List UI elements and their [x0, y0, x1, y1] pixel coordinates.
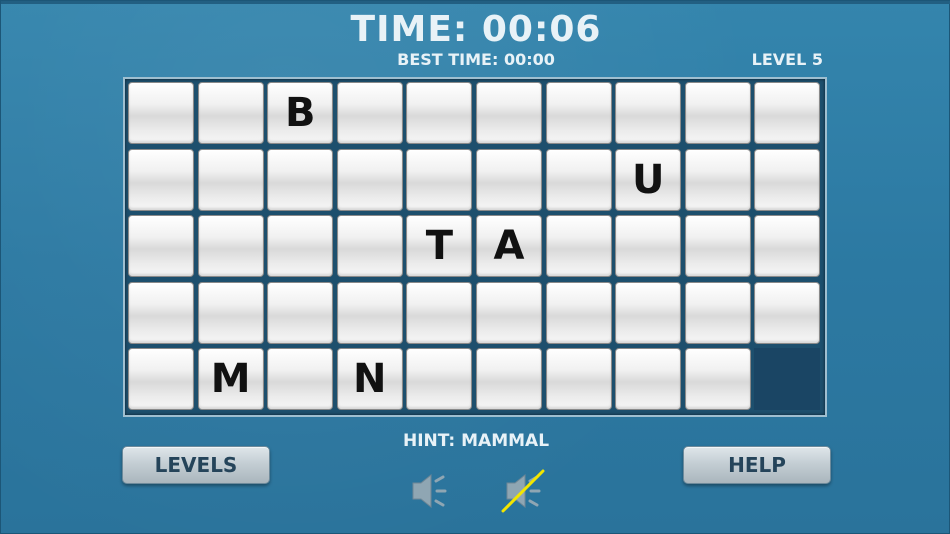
- puzzle-tile[interactable]: [336, 82, 403, 144]
- puzzle-tile[interactable]: [128, 215, 194, 278]
- puzzle-board: B U TA M N: [123, 77, 827, 417]
- puzzle-tile[interactable]: [476, 348, 542, 411]
- puzzle-tile[interactable]: [128, 281, 194, 344]
- puzzle-tile[interactable]: [128, 148, 194, 211]
- puzzle-tile[interactable]: [615, 348, 682, 411]
- puzzle-tile[interactable]: B: [267, 82, 334, 144]
- puzzle-tile[interactable]: [197, 215, 264, 278]
- puzzle-tile[interactable]: [406, 82, 473, 144]
- puzzle-tile[interactable]: N: [336, 348, 403, 411]
- game-background: TIME: 00:06 BEST TIME: 00:00 LEVEL 5 BUT…: [0, 0, 950, 534]
- puzzle-tile[interactable]: [197, 148, 264, 211]
- puzzle-tile[interactable]: [476, 148, 542, 211]
- puzzle-tile[interactable]: [336, 148, 403, 211]
- puzzle-tile[interactable]: [336, 281, 403, 344]
- puzzle-tile[interactable]: [545, 281, 612, 344]
- puzzle-tile[interactable]: [754, 82, 821, 144]
- puzzle-tile[interactable]: [406, 348, 473, 411]
- puzzle-tile[interactable]: [615, 215, 682, 278]
- puzzle-tile[interactable]: [615, 82, 682, 144]
- puzzle-tile[interactable]: [684, 215, 751, 278]
- top-border: [1, 1, 950, 4]
- puzzle-tile[interactable]: [336, 215, 403, 278]
- empty-slot: [754, 348, 821, 411]
- speaker-muted-icon[interactable]: [499, 467, 547, 515]
- puzzle-tile[interactable]: T: [406, 215, 473, 278]
- level-indicator: LEVEL 5: [751, 50, 823, 69]
- puzzle-tile[interactable]: M: [197, 348, 264, 411]
- puzzle-tile[interactable]: [197, 82, 264, 144]
- puzzle-tile[interactable]: [754, 148, 821, 211]
- puzzle-tile[interactable]: [476, 82, 542, 144]
- timer-display: TIME: 00:06: [350, 9, 602, 50]
- puzzle-tile[interactable]: [128, 348, 194, 411]
- puzzle-tile[interactable]: [406, 281, 473, 344]
- puzzle-tile[interactable]: [684, 82, 751, 144]
- puzzle-tile[interactable]: [754, 215, 821, 278]
- puzzle-tile[interactable]: [615, 281, 682, 344]
- help-button[interactable]: HELP: [683, 446, 831, 484]
- levels-button[interactable]: LEVELS: [122, 446, 270, 484]
- puzzle-tile[interactable]: [545, 148, 612, 211]
- puzzle-tile[interactable]: [267, 281, 334, 344]
- puzzle-tile[interactable]: U: [615, 148, 682, 211]
- puzzle-tile[interactable]: [128, 82, 194, 144]
- puzzle-tile[interactable]: [406, 148, 473, 211]
- puzzle-tile[interactable]: [545, 215, 612, 278]
- puzzle-tile[interactable]: [684, 281, 751, 344]
- speaker-icon[interactable]: [405, 467, 453, 515]
- puzzle-tile[interactable]: [684, 348, 751, 411]
- puzzle-tile[interactable]: [267, 148, 334, 211]
- puzzle-tile[interactable]: [754, 281, 821, 344]
- puzzle-tile[interactable]: [197, 281, 264, 344]
- puzzle-tile[interactable]: [545, 82, 612, 144]
- puzzle-tile[interactable]: A: [476, 215, 542, 278]
- puzzle-tile[interactable]: [267, 215, 334, 278]
- puzzle-tile[interactable]: [267, 348, 334, 411]
- puzzle-tile[interactable]: [545, 348, 612, 411]
- puzzle-tile[interactable]: [684, 148, 751, 211]
- puzzle-tile[interactable]: [476, 281, 542, 344]
